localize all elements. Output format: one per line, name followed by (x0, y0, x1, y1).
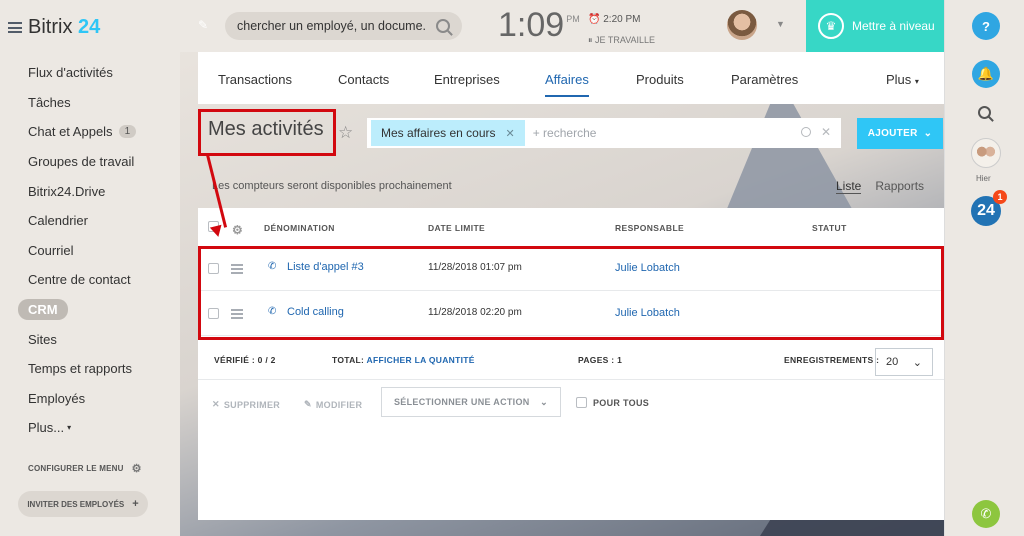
column-header-name[interactable]: DÉNOMINATION (264, 223, 335, 233)
alarm-icon: ⏰ (588, 14, 601, 25)
invite-employees-button[interactable]: INVITER DES EMPLOYÉS + (18, 491, 148, 517)
column-header-responsible[interactable]: RESPONSABLE (615, 223, 684, 233)
tab-entreprises[interactable]: Entreprises (434, 72, 500, 87)
edit-button[interactable]: ✎ MODIFIER (304, 399, 362, 410)
configure-menu-link[interactable]: CONFIGURER LE MENU ⚙ (28, 462, 142, 475)
chevron-down-icon: ⌄ (912, 356, 922, 369)
crm-tabs: Transactions Contacts Entreprises Affair… (198, 52, 944, 104)
column-header-deadline[interactable]: DATE LIMITE (428, 223, 485, 233)
sidebar-item-calendrier[interactable]: Calendrier (28, 206, 178, 236)
chevron-down-icon: ▾ (67, 423, 72, 433)
recent-label: Hier (976, 174, 991, 183)
hamburger-icon[interactable] (8, 22, 22, 33)
chevron-down-icon[interactable]: ▼ (776, 19, 785, 29)
chevron-down-icon: ▾ (914, 77, 919, 86)
help-button[interactable]: ? (972, 12, 1000, 40)
highlight-box-rows (198, 246, 944, 340)
filter-chip[interactable]: Mes affaires en cours ✕ (371, 120, 525, 146)
phone-icon[interactable]: ✆ (972, 500, 1000, 528)
recent-chat-avatar[interactable] (971, 138, 1001, 168)
avatar[interactable] (727, 10, 757, 40)
group-actions: ✕ SUPPRIMER ✎ MODIFIER SÉLECTIONNER UNE AC… (198, 380, 944, 430)
crown-icon: ♛ (818, 13, 844, 39)
sidebar-item-crm[interactable]: CRM (18, 295, 178, 325)
gear-icon: ⚙ (131, 463, 142, 475)
work-status[interactable]: ⏰ 2:20 PM ⏸ JE TRAVAILLE (588, 10, 655, 50)
tab-contacts[interactable]: Contacts (338, 72, 389, 87)
for-all-checkbox-label[interactable]: POUR TOUS (576, 397, 649, 408)
records-label: ENREGISTREMENTS : (784, 355, 880, 365)
add-button[interactable]: AJOUTER ⌄ (857, 118, 943, 149)
bitrix24-button[interactable]: 24 1 (971, 190, 1007, 226)
grid-footer: VÉRIFIÉ : 0 / 2 TOTAL: AFFICHER LA QUANT… (198, 344, 944, 380)
sidebar-item-plus[interactable]: Plus... ▾ (28, 413, 178, 443)
tab-produits[interactable]: Produits (636, 72, 684, 87)
close-icon[interactable]: ✕ (506, 127, 515, 140)
sidebar-item-courriel[interactable]: Courriel (28, 236, 178, 266)
plus-icon: + (132, 498, 139, 510)
logo[interactable]: Bitrix 24 (8, 16, 100, 39)
star-icon[interactable]: ☆ (338, 123, 353, 143)
left-sidebar: Bitrix 24 Flux d'activités Tâches Chat e… (0, 0, 180, 536)
search-icon[interactable] (978, 106, 991, 119)
close-icon[interactable]: ✕ (821, 125, 831, 139)
show-quantity-link[interactable]: AFFICHER LA QUANTITÉ (367, 355, 475, 365)
search-icon[interactable] (801, 127, 811, 137)
filter-search-input[interactable] (532, 126, 793, 140)
filter-bar[interactable]: Mes affaires en cours✕ ✕ (367, 118, 841, 148)
pause-icon: ⏸ (588, 35, 593, 45)
global-search[interactable] (225, 12, 462, 40)
sidebar-item-sites[interactable]: Sites (28, 324, 178, 354)
search-icon[interactable] (436, 19, 450, 33)
right-bar: ? 🔔 Hier 24 1 ✆ (944, 0, 1024, 536)
pages-count: PAGES : 1 (578, 355, 623, 365)
notification-badge: 1 (993, 190, 1007, 204)
view-list-tab[interactable]: Liste (836, 179, 862, 194)
highlight-box-title (198, 109, 336, 156)
sidebar-item-flux[interactable]: Flux d'activités (28, 58, 178, 88)
sidebar-item-drive[interactable]: Bitrix24.Drive (28, 176, 178, 206)
top-bar: ✎ 1:09PM ⏰ 2:20 PM ⏸ JE TRAVAILLE ▼ ♛ Me… (180, 0, 944, 52)
sidebar-item-groupes[interactable]: Groupes de travail (28, 147, 178, 177)
main-menu: Flux d'activités Tâches Chat et Appels 1 … (18, 58, 178, 443)
chevron-down-icon: ⌄ (540, 396, 548, 407)
pencil-icon: ✎ (304, 399, 312, 409)
chevron-down-icon: ⌄ (923, 128, 933, 139)
sidebar-item-temps[interactable]: Temps et rapports (28, 354, 178, 384)
search-input[interactable] (237, 19, 427, 33)
tab-plus[interactable]: Plus ▾ (886, 72, 919, 87)
close-icon: ✕ (212, 399, 220, 409)
gear-icon[interactable]: ⚙ (232, 223, 243, 237)
tab-transactions[interactable]: Transactions (218, 72, 292, 87)
chat-counter-badge: 1 (118, 125, 137, 139)
verified-count: VÉRIFIÉ : 0 / 2 (214, 355, 276, 365)
clock[interactable]: 1:09 PM (498, 6, 580, 45)
sidebar-item-taches[interactable]: Tâches (28, 88, 178, 118)
sidebar-item-chat[interactable]: Chat et Appels 1 (28, 117, 178, 147)
counters-notice: Les compteurs seront disponibles prochai… (212, 180, 452, 192)
records-per-page-select[interactable]: 20 ⌄ (875, 348, 933, 376)
view-switcher: Liste Rapports (836, 179, 924, 194)
for-all-checkbox[interactable] (576, 397, 587, 408)
brand-name: Bitrix 24 (28, 16, 101, 38)
view-reports-tab[interactable]: Rapports (875, 179, 924, 194)
column-header-status[interactable]: STATUT (812, 223, 847, 233)
delete-button[interactable]: ✕ SUPPRIMER (212, 399, 280, 410)
pencil-icon[interactable]: ✎ (198, 18, 208, 32)
sidebar-item-contact-center[interactable]: Centre de contact (28, 265, 178, 295)
grid-header: ⚙ DÉNOMINATION DATE LIMITE RESPONSABLE S… (198, 208, 944, 246)
total-count: TOTAL: AFFICHER LA QUANTITÉ (332, 355, 475, 365)
bell-icon[interactable]: 🔔 (972, 60, 1000, 88)
upgrade-button[interactable]: ♛ Mettre à niveau (806, 0, 944, 52)
sidebar-item-employes[interactable]: Employés (28, 384, 178, 414)
tab-parametres[interactable]: Paramètres (731, 72, 798, 87)
action-select[interactable]: SÉLECTIONNER UNE ACTION ⌄ (381, 387, 561, 417)
tab-affaires[interactable]: Affaires (545, 72, 589, 97)
